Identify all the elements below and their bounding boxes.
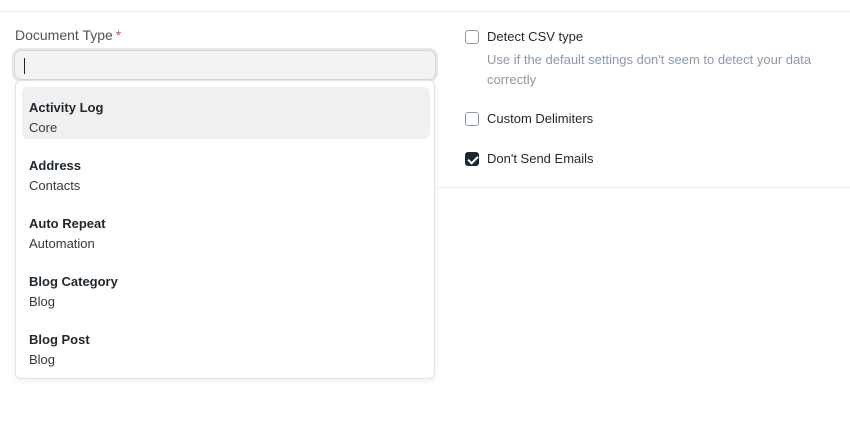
option-title: Blog Post	[29, 332, 90, 347]
section-divider	[436, 187, 850, 188]
document-type-label-text: Document Type	[15, 27, 113, 43]
option-module: Core	[29, 120, 58, 135]
option-module: Automation	[29, 236, 95, 251]
custom-delimiters-label: Custom Delimiters	[487, 111, 594, 126]
option-title: Auto Repeat	[29, 216, 106, 231]
option-title: Activity Log	[29, 100, 104, 115]
option-module: Contacts	[29, 178, 81, 193]
option-module: Blog	[29, 352, 56, 367]
dropdown-option[interactable]: Blog Post Blog	[22, 319, 430, 371]
document-type-dropdown: Activity Log Core Address Contacts Auto …	[15, 80, 435, 379]
dont-send-emails-checkbox[interactable]	[465, 152, 479, 166]
dont-send-emails-label: Don't Send Emails	[487, 151, 594, 166]
dropdown-option[interactable]: Address Contacts	[22, 145, 430, 197]
option-module: Blog	[29, 294, 56, 309]
text-cursor	[24, 58, 25, 74]
dropdown-option[interactable]: Activity Log Core	[22, 87, 430, 139]
dropdown-option[interactable]: Auto Repeat Automation	[22, 203, 430, 255]
required-indicator: *	[115, 27, 122, 43]
option-title: Blog Category	[29, 274, 118, 289]
detect-csv-type-help: Use if the default settings don't seem t…	[487, 52, 812, 87]
dropdown-option[interactable]: Blog Category Blog	[22, 261, 430, 313]
document-type-input[interactable]	[14, 50, 436, 80]
data-import-form: Document Type * Activity Log Core Address…	[0, 0, 850, 440]
document-type-label: Document Type *	[15, 27, 121, 43]
top-divider	[0, 11, 850, 12]
option-title: Address	[29, 158, 82, 173]
detect-csv-type-label: Detect CSV type	[487, 29, 584, 44]
detect-csv-type-checkbox[interactable]	[465, 30, 479, 44]
custom-delimiters-checkbox[interactable]	[465, 112, 479, 126]
